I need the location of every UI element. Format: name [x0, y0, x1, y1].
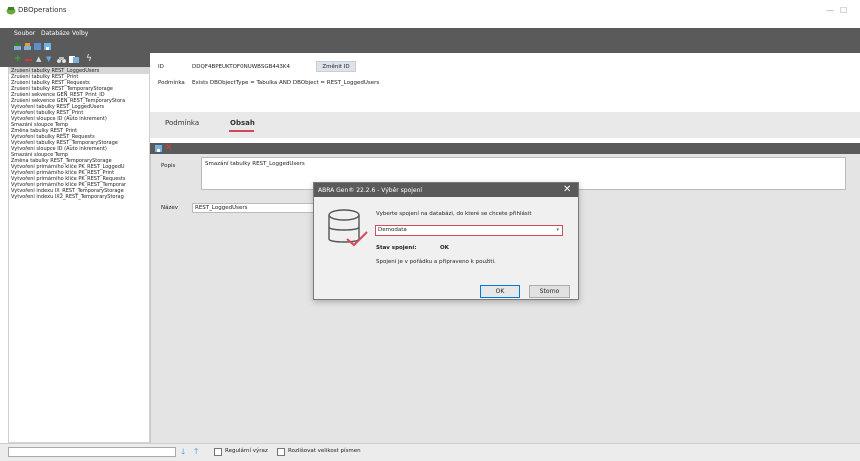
maximize-icon[interactable]: ☐ [840, 6, 847, 15]
search-input[interactable] [8, 447, 176, 457]
menu-bar: Soubor Databáze Volby [0, 28, 860, 40]
arrow-up-icon[interactable]: 🡑 [194, 446, 198, 460]
id-value: DDQF4BPEUKTOF0NUWBSGB443K4 [192, 64, 290, 70]
disconnect-icon[interactable] [24, 43, 31, 50]
window-title: DBOperations [18, 6, 67, 14]
copy-icon[interactable] [69, 56, 79, 63]
document-icon[interactable] [34, 43, 41, 50]
connect-icon[interactable] [14, 43, 21, 50]
menu-soubor[interactable]: Soubor [14, 30, 35, 37]
add-icon[interactable]: + [14, 55, 22, 64]
binoculars-icon[interactable] [57, 56, 66, 63]
menu-databaze[interactable]: Databáze [41, 30, 70, 37]
tab-obsah[interactable]: Obsah [230, 119, 255, 127]
status-label: Stav spojení: [376, 245, 417, 251]
arrow-down-icon[interactable]: 🡓 [181, 446, 185, 460]
dialog-prompt: Vyberte spojení na databázi, do které se… [376, 211, 532, 217]
save-icon[interactable] [155, 145, 162, 152]
lightning-icon[interactable]: ϟ [86, 55, 93, 64]
close-icon[interactable]: ✕ [563, 184, 571, 195]
title-bar: DBOperations — ☐ [0, 0, 860, 28]
regex-label: Regulární výraz [225, 448, 268, 454]
condition-value: Exists DBObjectType = Tabulka AND DBObje… [192, 80, 380, 86]
nazev-label: Název [161, 205, 179, 211]
dialog-title-bar: ABRA Gen® 22.2.6 - Výběr spojení ✕ [314, 183, 578, 197]
id-label: ID [158, 64, 164, 70]
dialog-title: ABRA Gen® 22.2.6 - Výběr spojení [318, 187, 423, 194]
operations-list[interactable]: Zrušení tabulky REST_LoggedUsers Zrušení… [8, 67, 150, 443]
database-check-icon [328, 209, 368, 247]
ok-button[interactable]: OK [480, 285, 520, 298]
nazev-field[interactable]: REST_LoggedUsers [192, 203, 316, 213]
nazev-value: REST_LoggedUsers [195, 205, 248, 211]
popis-label: Popis [161, 163, 176, 169]
connection-select[interactable]: Demodata ▾ [375, 225, 563, 236]
active-tab-indicator [229, 130, 254, 132]
cancel-button[interactable]: Storno [529, 285, 570, 298]
tab-podminka[interactable]: Podmínka [165, 119, 199, 127]
remove-icon[interactable] [25, 59, 32, 61]
condition-label: Podmínka [158, 80, 185, 86]
case-sensitive-label: Rozlišovat velikost písmen [288, 448, 361, 454]
status-message: Spojení je v pořádku a připraveno k použ… [376, 259, 496, 265]
regex-checkbox[interactable] [214, 448, 222, 456]
tab-bar: Podmínka Obsah [150, 112, 860, 138]
minimize-icon[interactable]: — [826, 6, 834, 15]
change-id-button[interactable]: Změnit ID [316, 61, 356, 72]
app-icon [6, 7, 16, 15]
chevron-down-icon: ▾ [556, 227, 559, 233]
list-item[interactable]: Vytvoření indexu IX2_REST_TemporaryStora… [9, 194, 149, 200]
down-icon[interactable]: ▼ [46, 56, 53, 63]
detail-header [150, 53, 860, 93]
delete-icon[interactable]: ✕ [165, 143, 173, 153]
case-sensitive-checkbox[interactable] [277, 448, 285, 456]
status-value: OK [440, 245, 449, 251]
popis-value: Smazání tabulky REST_LoggedUsers [205, 161, 305, 167]
list-toolbar: + ▲ ▼ ϟ [0, 53, 150, 67]
content-toolbar: ✕ [150, 143, 860, 154]
connection-selected-value: Demodata [378, 227, 407, 233]
up-icon[interactable]: ▲ [36, 56, 43, 63]
menu-volby[interactable]: Volby [72, 30, 88, 37]
save-icon[interactable] [44, 43, 51, 50]
main-toolbar [0, 40, 860, 53]
